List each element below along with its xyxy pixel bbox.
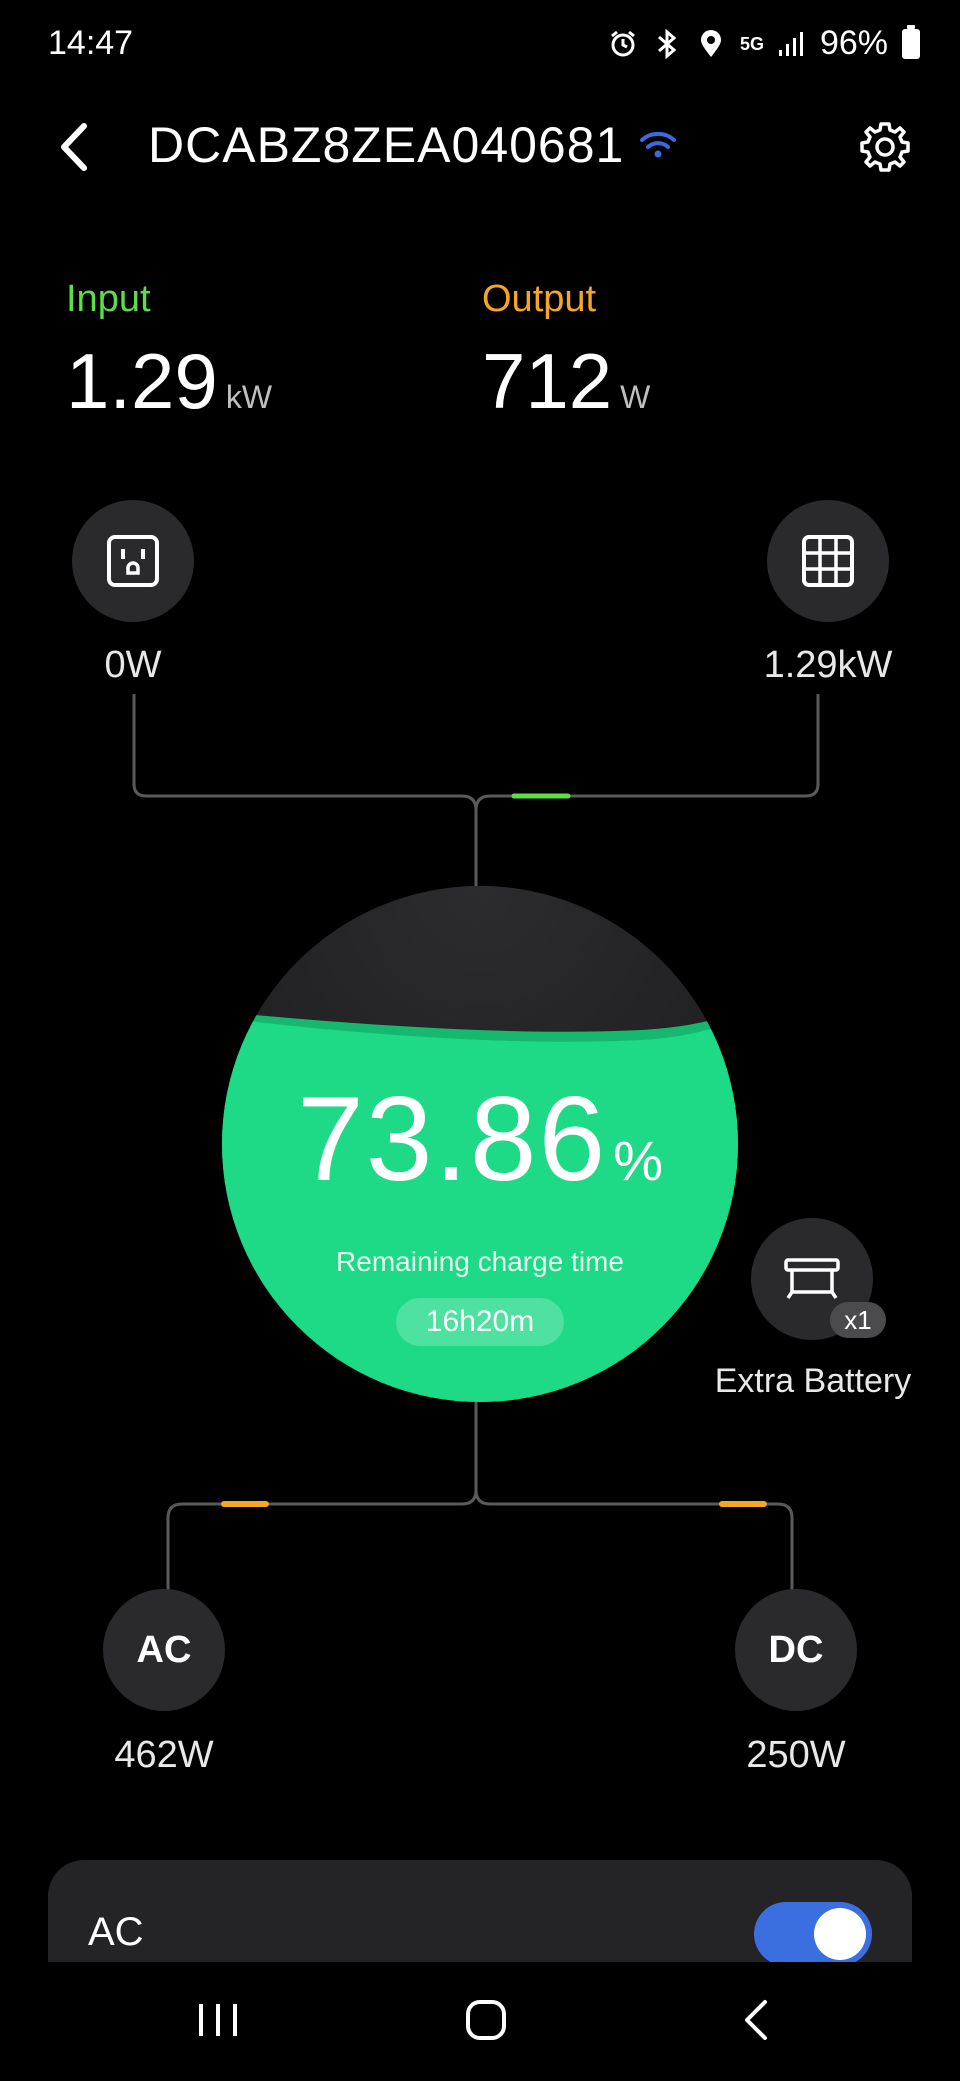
recent-apps-button[interactable] (178, 1990, 258, 2050)
system-back-icon (745, 2000, 767, 2040)
dc-output-value: 250W (746, 1734, 846, 1776)
ac-output-node[interactable]: AC (103, 1589, 225, 1711)
ac-toggle[interactable] (754, 1902, 872, 1966)
ac-output-label: AC (136, 1628, 192, 1671)
extra-battery-icon (784, 1258, 840, 1299)
ac-card-title: AC (88, 1910, 144, 1954)
extra-battery-count: x1 (830, 1302, 886, 1338)
dc-output-label: DC (768, 1628, 824, 1671)
battery-percent-value: 73.86 (296, 1072, 608, 1206)
battery-percent-display: 73.86% (222, 1070, 738, 1208)
ac-input-node[interactable] (72, 500, 194, 622)
ac-output-value: 462W (114, 1734, 214, 1776)
outlet-icon (107, 535, 159, 587)
remaining-charge-label: Remaining charge time (336, 1246, 624, 1277)
system-back-button[interactable] (716, 1990, 796, 2050)
toggle-knob (814, 1908, 866, 1960)
extra-battery-label: Extra Battery (714, 1362, 912, 1400)
dc-output-node[interactable]: DC (735, 1589, 857, 1711)
battery-percent-symbol: % (613, 1129, 664, 1192)
solar-panel-icon (802, 535, 854, 587)
ac-input-value: 0W (104, 644, 162, 686)
home-icon (466, 2000, 506, 2040)
solar-input-node[interactable] (767, 500, 889, 622)
home-button[interactable] (446, 1990, 526, 2050)
recent-apps-icon (199, 2004, 237, 2036)
remaining-charge-time: 16h20m (396, 1298, 564, 1346)
solar-input-value: 1.29kW (763, 644, 893, 686)
